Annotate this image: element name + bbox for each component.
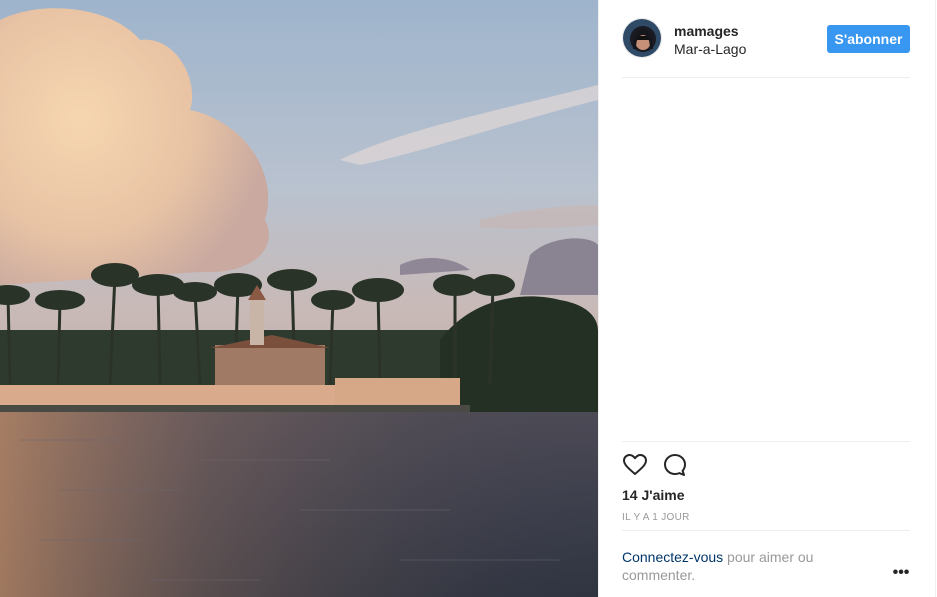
post-photo[interactable] <box>0 0 598 597</box>
post-image <box>0 0 598 597</box>
post-side-panel: mamages Mar-a-Lago S'abonner 14 J'aime I… <box>598 0 936 597</box>
heart-icon[interactable] <box>622 452 648 478</box>
login-prompt: Connectez-vous pour aimer ou commenter. <box>622 548 842 584</box>
divider <box>622 530 910 531</box>
location-link[interactable]: Mar-a-Lago <box>674 41 746 57</box>
login-link[interactable]: Connectez-vous <box>622 549 723 565</box>
post-actions <box>622 452 722 480</box>
likes-count[interactable]: 14 J'aime <box>622 487 685 503</box>
comment-icon[interactable] <box>662 452 688 478</box>
user-avatar[interactable] <box>622 18 662 58</box>
divider <box>622 441 910 442</box>
follow-button[interactable]: S'abonner <box>827 25 910 53</box>
avatar-icon <box>623 19 661 57</box>
username-link[interactable]: mamages <box>674 23 739 39</box>
post-timestamp[interactable]: IL Y A 1 JOUR <box>622 512 690 523</box>
more-options-icon[interactable]: ••• <box>891 563 911 583</box>
post-header: mamages Mar-a-Lago S'abonner <box>622 18 910 78</box>
